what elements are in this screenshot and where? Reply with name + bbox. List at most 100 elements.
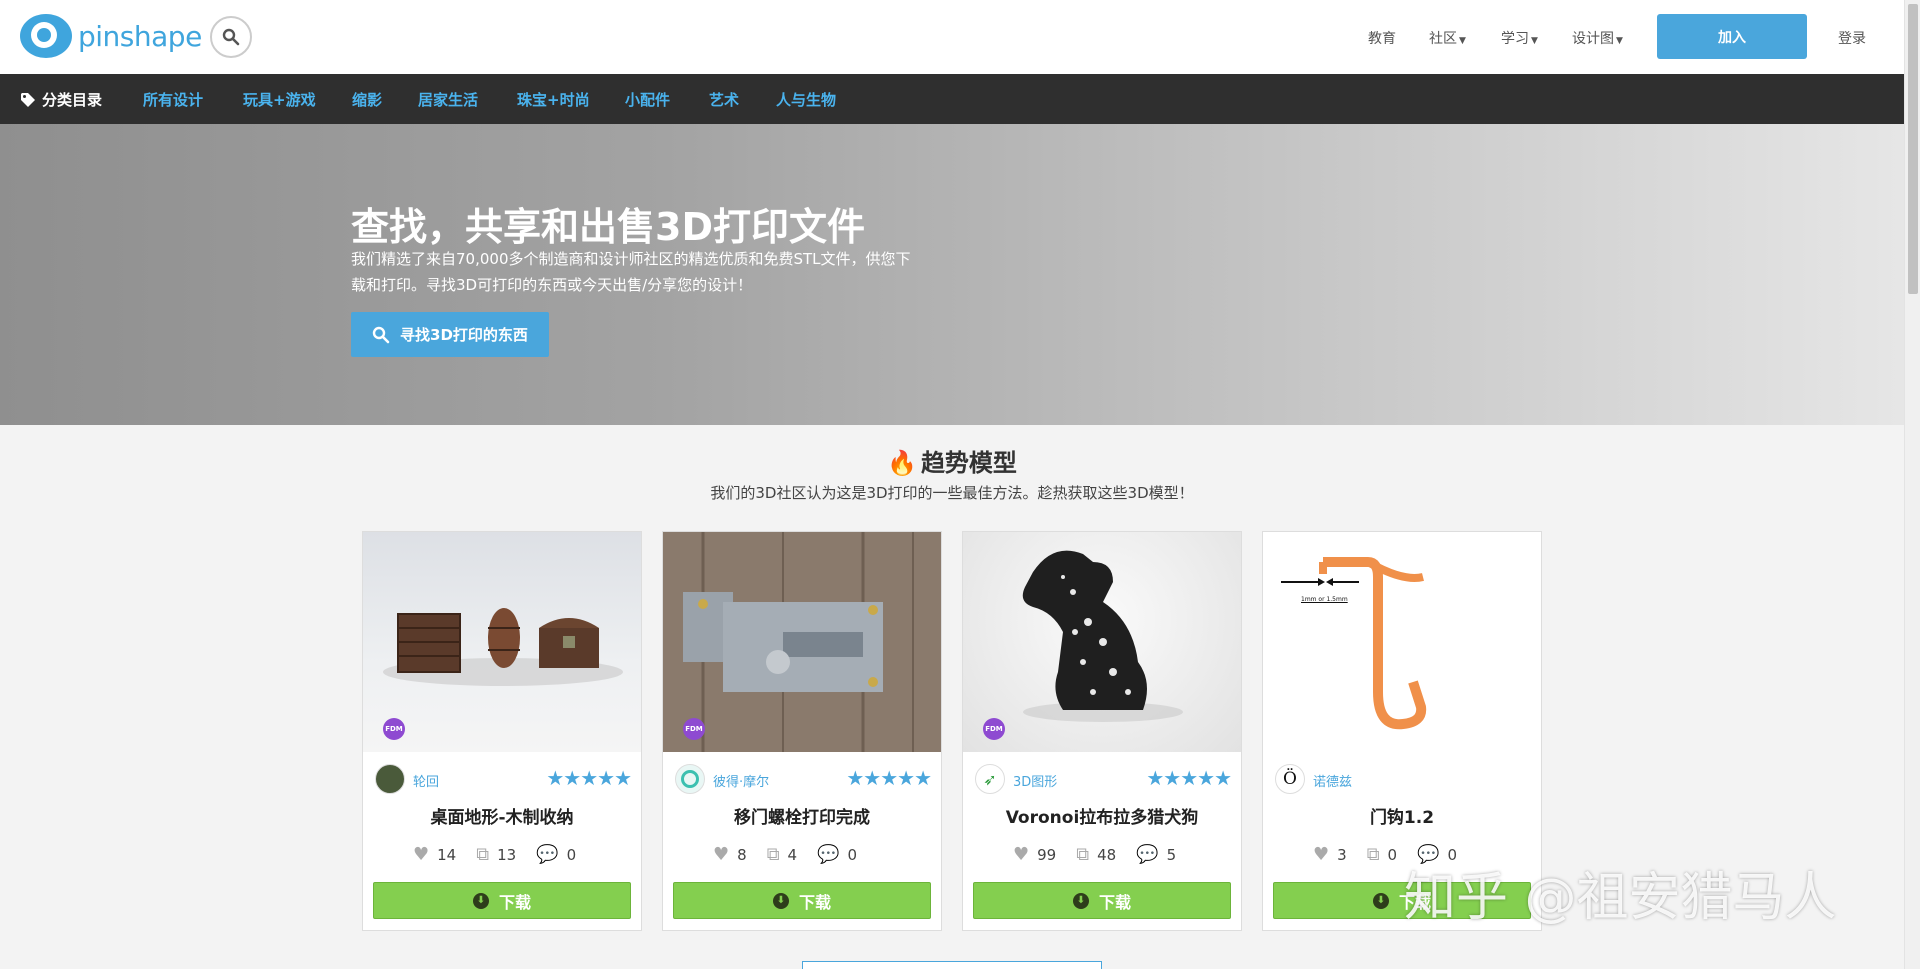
search-icon — [222, 28, 240, 46]
model-title[interactable]: 桌面地形-木制收纳 — [363, 803, 641, 828]
avatar[interactable]: ➶ — [975, 764, 1005, 794]
comments-stat: 💬 0 — [817, 844, 857, 865]
category-home-living[interactable]: 居家生活 — [418, 89, 478, 110]
model-title[interactable]: Voronoi拉布拉多猎犬狗 — [963, 803, 1241, 828]
model-thumbnail[interactable]: FDM — [663, 532, 941, 752]
model-thumbnail[interactable]: 1mm or 1.5mm — [1263, 532, 1541, 752]
author-link[interactable]: 彼得·摩尔 — [713, 771, 769, 790]
flame-icon: 🔥 — [887, 449, 917, 477]
trending-title-text: 趋势模型 — [920, 449, 1017, 477]
fdm-badge: FDM — [983, 718, 1005, 740]
download-icon: ⬇ — [772, 892, 789, 909]
hero-title: 查找，共享和出售3D打印文件 — [351, 205, 865, 249]
author-link[interactable]: 3D图形 — [1013, 771, 1057, 790]
category-art[interactable]: 艺术 — [709, 89, 739, 110]
category-heading: 分类目录 — [20, 89, 102, 110]
wooden-crate-image — [383, 608, 623, 686]
rating-stars: ★★★★★ — [546, 766, 632, 790]
heart-icon: ♥ — [1013, 844, 1030, 865]
category-jewelry-fashion[interactable]: 珠宝+时尚 — [517, 89, 590, 110]
nav-designs[interactable]: 设计图 ▼ — [1572, 28, 1623, 48]
hero-banner: 查找，共享和出售3D打印文件 我们精选了来自70,000多个制造商和设计师社区的… — [0, 124, 1904, 425]
category-people-creatures[interactable]: 人与生物 — [776, 89, 836, 110]
download-icon: ⬇ — [472, 892, 489, 909]
makes-stat: ⧉ 4 — [767, 844, 797, 865]
model-card[interactable]: FDM ➶ 3D图形 ★★★★★ Voronoi拉布拉多猎犬狗 ♥ 99 ⧉ 48 … — [962, 531, 1242, 931]
likes-stat[interactable]: ♥ 8 — [713, 844, 747, 865]
comment-icon: 💬 — [536, 844, 559, 865]
avatar[interactable] — [675, 764, 705, 794]
comments-stat: 💬 5 — [1136, 844, 1176, 865]
chevron-down-icon: ▼ — [1616, 36, 1623, 46]
avatar[interactable] — [375, 764, 405, 794]
model-card[interactable]: FDM 彼得·摩尔 ★★★★★ 移门螺栓打印完成 ♥ 8 ⧉ 4 💬 0 ⬇ 下载 — [662, 531, 942, 931]
pinshape-logo[interactable]: pinshape — [20, 14, 202, 58]
nav-learn[interactable]: 学习 ▼ — [1501, 28, 1538, 48]
join-button[interactable]: 加入 — [1657, 14, 1807, 59]
download-icon: ⬇ — [1372, 892, 1389, 909]
makes-stat: ⧉ 13 — [476, 844, 516, 865]
top-header: pinshape 教育 社区 ▼ 学习 ▼ 设计图 ▼ 加入 登录 — [0, 0, 1904, 74]
comments-count: 0 — [847, 845, 858, 864]
model-stats: ♥ 14 ⧉ 13 💬 0 — [413, 844, 596, 865]
likes-stat[interactable]: ♥ 14 — [413, 844, 456, 865]
pinshape-logo-icon — [20, 14, 72, 58]
nav-community[interactable]: 社区 ▼ — [1429, 28, 1466, 48]
download-button[interactable]: ⬇ 下载 — [373, 882, 631, 919]
category-gadgets[interactable]: 小配件 — [625, 89, 670, 110]
layers-icon: ⧉ — [1076, 844, 1090, 865]
heart-icon: ♥ — [1313, 844, 1330, 865]
comments-stat: 💬 0 — [536, 844, 576, 865]
makes-stat: ⧉ 0 — [1367, 844, 1397, 865]
avatar[interactable]: Ö — [1275, 764, 1305, 794]
makes-count: 0 — [1387, 845, 1398, 864]
scrollbar-thumb[interactable] — [1908, 4, 1918, 294]
likes-count: 8 — [737, 845, 747, 864]
nav-learn-label: 学习 — [1501, 31, 1529, 47]
layers-icon: ⧉ — [1366, 844, 1380, 865]
layers-icon: ⧉ — [766, 844, 780, 865]
trending-subtitle: 我们的3D社区认为这是3D打印的一些最佳方法。趁热获取这些3D模型！ — [710, 484, 1194, 502]
download-button[interactable]: ⬇ 下载 — [973, 882, 1231, 919]
model-thumbnail[interactable]: FDM — [363, 532, 641, 752]
author-link[interactable]: 轮回 — [413, 771, 439, 790]
model-card[interactable]: FDM 轮回 ★★★★★ 桌面地形-木制收纳 ♥ 14 ⧉ 13 💬 0 ⬇ 下载 — [362, 531, 642, 931]
model-thumbnail[interactable]: FDM — [963, 532, 1241, 752]
nav-education-label: 教育 — [1368, 31, 1396, 47]
comment-icon: 💬 — [1136, 844, 1159, 865]
door-hook-image — [1281, 557, 1427, 730]
hook-dimension-label: 1mm or 1.5mm — [1301, 596, 1348, 603]
category-miniatures[interactable]: 缩影 — [352, 89, 382, 110]
category-heading-label: 分类目录 — [42, 91, 103, 109]
model-stats: ♥ 8 ⧉ 4 💬 0 — [713, 844, 877, 865]
hero-subtitle: 我们精选了来自70,000多个制造商和设计师社区的精选优质和免费STL文件，供您… — [351, 246, 951, 298]
heart-icon: ♥ — [713, 844, 730, 865]
hero-subtitle-line: 载和打印。寻找3D可打印的东西或今天出售/分享您的设计！ — [351, 276, 753, 294]
page-scrollbar[interactable] — [1904, 0, 1920, 969]
find-3d-prints-button[interactable]: 寻找3D打印的东西 — [351, 312, 549, 357]
nav-education[interactable]: 教育 — [1368, 28, 1396, 48]
load-more-button[interactable] — [802, 961, 1102, 969]
search-button[interactable] — [210, 16, 252, 58]
category-toys-games[interactable]: 玩具+游戏 — [243, 89, 316, 110]
likes-count: 99 — [1037, 845, 1057, 864]
fdm-badge: FDM — [683, 718, 705, 740]
login-link[interactable]: 登录 — [1838, 28, 1866, 48]
author-link[interactable]: 诺德兹 — [1313, 771, 1352, 790]
hero-subtitle-line: 我们精选了来自70,000多个制造商和设计师社区的精选优质和免费STL文件，供您… — [351, 250, 911, 268]
model-title[interactable]: 门钩1.2 — [1263, 803, 1541, 828]
watermark: 知乎 @祖安猎马人 — [1404, 868, 1837, 928]
layers-icon: ⧉ — [476, 844, 490, 865]
download-button[interactable]: ⬇ 下载 — [673, 882, 931, 919]
likes-count: 3 — [1337, 845, 1347, 864]
likes-stat[interactable]: ♥ 99 — [1013, 844, 1056, 865]
search-icon — [372, 326, 390, 343]
comments-count: 0 — [566, 845, 577, 864]
likes-stat[interactable]: ♥ 3 — [1313, 844, 1347, 865]
model-title[interactable]: 移门螺栓打印完成 — [663, 803, 941, 828]
voronoi-dog-image — [1022, 550, 1183, 722]
heart-icon: ♥ — [413, 844, 430, 865]
find-3d-prints-label: 寻找3D打印的东西 — [400, 326, 528, 344]
category-all-designs[interactable]: 所有设计 — [143, 89, 203, 110]
makes-stat: ⧉ 48 — [1076, 844, 1116, 865]
